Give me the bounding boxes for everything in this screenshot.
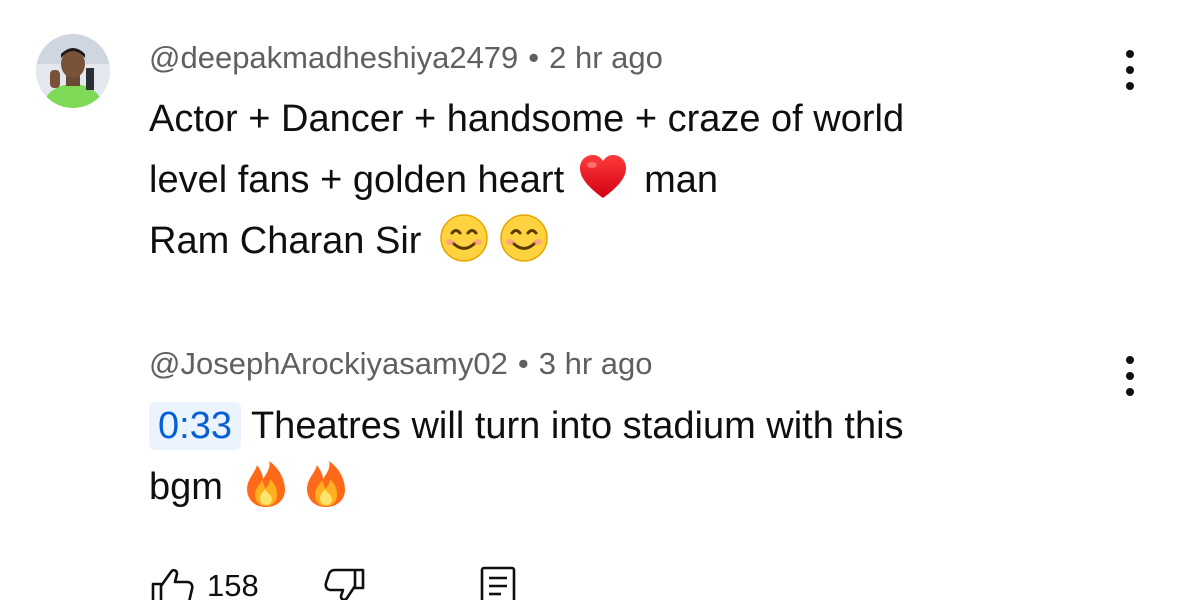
thumbs-up-icon (149, 568, 195, 600)
comment-line: Ram Charan Sir (149, 211, 904, 272)
comment-icon (479, 566, 519, 600)
comment-body: Actor + Dancer + handsome + craze of wor… (149, 89, 904, 272)
comment-text: level fans + golden heart (149, 159, 565, 201)
comment-author[interactable]: @JosephArockiyasamy02 (149, 346, 508, 381)
smiling-face-emoji (499, 213, 549, 263)
more-dot (1126, 82, 1134, 90)
like-count: 158 (207, 568, 259, 600)
fire-emoji (301, 459, 351, 509)
more-dot (1126, 356, 1134, 364)
smiling-face-emoji (439, 213, 489, 263)
thumbs-down-icon (321, 568, 367, 600)
comment-text: Theatres will turn into stadium with thi… (250, 405, 904, 447)
comment-body: 0:33 Theatres will turn into stadium with… (149, 396, 904, 518)
meta-separator: • (528, 40, 540, 75)
dislike-button[interactable] (321, 566, 367, 600)
like-button[interactable]: 158 (149, 566, 259, 600)
comment-text: Ram Charan Sir (149, 220, 422, 262)
meta-separator: • (517, 346, 529, 381)
comment-line: 0:33 Theatres will turn into stadium with… (149, 396, 904, 457)
comment-meta: @deepakmadheshiya2479 • 2 hr ago (149, 38, 663, 78)
comment-thread: @JosephArockiyasamy02 • 3 hr ago 0:33 Theat… (0, 300, 1200, 600)
comment-line: level fans + golden heart man (149, 150, 904, 211)
fire-emoji (241, 459, 291, 509)
comment-line: bgm (149, 457, 904, 518)
avatar[interactable] (36, 34, 110, 108)
more-dot (1126, 50, 1134, 58)
more-dot (1126, 388, 1134, 396)
comment-time[interactable]: 3 hr ago (539, 346, 653, 381)
comments-section: @deepakmadheshiya2479 • 2 hr ago Actor + D… (0, 0, 1200, 600)
red-heart-emoji (578, 152, 628, 202)
comment-meta: @JosephArockiyasamy02 • 3 hr ago (149, 344, 652, 384)
more-options-button[interactable] (1118, 48, 1142, 92)
comment-text: man (644, 159, 719, 201)
comment-text: Actor + Dancer + handsome + craze of wor… (149, 98, 905, 140)
comment-actions: 158 (149, 566, 749, 600)
comment-time[interactable]: 2 hr ago (549, 40, 663, 75)
comment-thread: @deepakmadheshiya2479 • 2 hr ago Actor + D… (0, 0, 1200, 300)
more-dot (1126, 66, 1134, 74)
video-timestamp-link[interactable]: 0:33 (149, 402, 241, 450)
comment-line: Actor + Dancer + handsome + craze of wor… (149, 89, 904, 150)
more-dot (1126, 372, 1134, 380)
comment-text: bgm (149, 466, 223, 508)
more-options-button[interactable] (1118, 354, 1142, 398)
comment-author[interactable]: @deepakmadheshiya2479 (149, 40, 518, 75)
reply-button[interactable] (479, 566, 519, 600)
